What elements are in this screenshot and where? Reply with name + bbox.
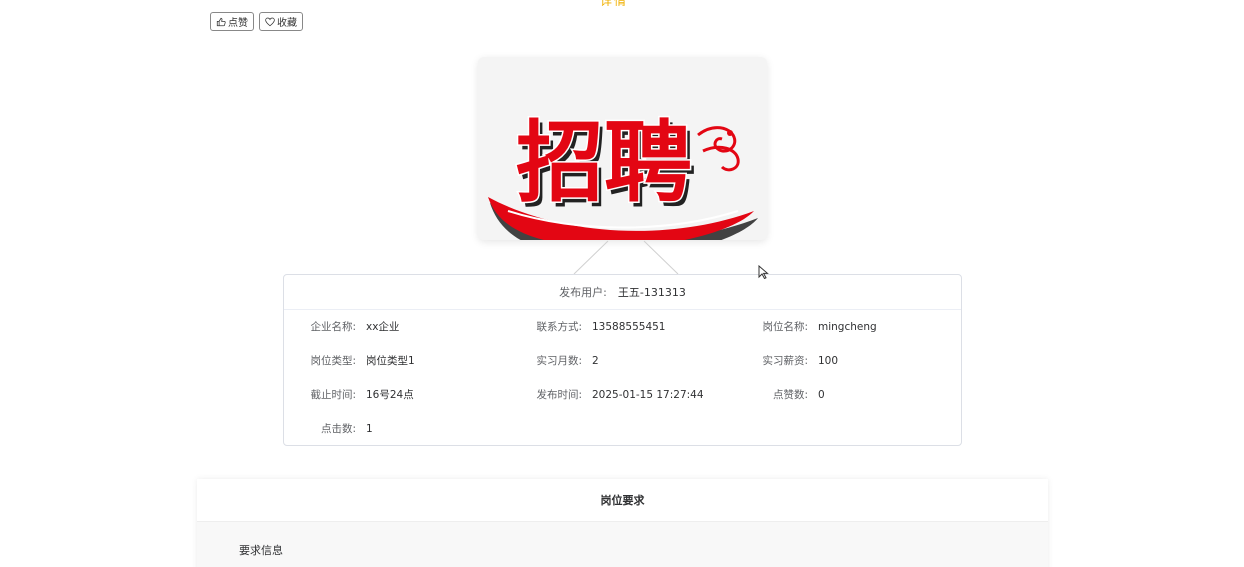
job-cover-image: 招聘 招聘 xyxy=(478,57,767,240)
cover-text: 招聘 xyxy=(516,111,692,214)
heart-icon xyxy=(265,17,275,26)
position-type-field: 岗位类型: 岗位类型1 xyxy=(310,355,415,367)
requirements-info-label: 要求信息 xyxy=(239,544,283,557)
favorite-label: 收藏 xyxy=(277,18,297,29)
favorite-button[interactable]: 收藏 xyxy=(259,12,303,31)
requirements-section: 岗位要求 要求信息 xyxy=(197,479,1048,567)
click-count-field: 点击数: 1 xyxy=(320,423,373,435)
publish-time-field: 发布时间: 2025-01-15 17:27:44 xyxy=(536,389,704,401)
deadline-field: 截止时间: 16号24点 xyxy=(310,389,414,401)
mouse-cursor-icon xyxy=(758,265,769,279)
position-name-field: 岗位名称: mingcheng xyxy=(762,321,877,333)
requirements-title: 岗位要求 xyxy=(197,479,1048,522)
like-label: 点赞 xyxy=(228,18,248,29)
requirements-body: 要求信息 xyxy=(197,522,1048,567)
publisher-row: 发布用户: 王五-131313 xyxy=(284,275,961,310)
page-title-fragment: 详情 xyxy=(600,0,644,6)
connector-lines xyxy=(573,240,679,275)
publisher-value: 王五-131313 xyxy=(617,286,686,299)
job-info-card: 发布用户: 王五-131313 企业名称: xx企业 联系方式: 1358855… xyxy=(283,274,962,446)
like-button[interactable]: 点赞 xyxy=(210,12,254,31)
like-count-field: 点赞数: 0 xyxy=(772,389,825,401)
internship-salary-field: 实习薪资: 100 xyxy=(762,355,839,367)
thumbs-up-icon xyxy=(216,17,226,26)
company-name-field: 企业名称: xx企业 xyxy=(310,321,400,333)
contact-field: 联系方式: 13588555451 xyxy=(536,321,666,333)
internship-months-field: 实习月数: 2 xyxy=(536,355,599,367)
publisher-label: 发布用户: xyxy=(559,286,607,299)
